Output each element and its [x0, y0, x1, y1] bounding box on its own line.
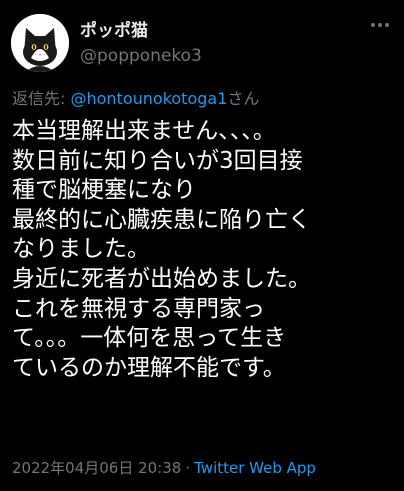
- timestamp-link[interactable]: 2022年04月06日 20:38: [12, 459, 181, 477]
- avatar[interactable]: [11, 14, 69, 72]
- reply-context: 返信先: @hontounokotoga1さん: [12, 85, 259, 109]
- cat-avatar-icon: [11, 14, 69, 72]
- tweet-meta: 2022年04月06日 20:38 · Twitter Web App: [12, 457, 316, 478]
- reply-mention-link[interactable]: @hontounokotoga1: [70, 89, 227, 108]
- tweet-text: 本当理解出来ません、、、。 数日前に知り合いが3回目接 種で脳梗塞になり 最終的…: [12, 117, 400, 383]
- tweet-text-line: 身近に死者が出始めました。: [12, 265, 311, 292]
- tweet-text-line: て。。。一体何を思って生き: [12, 325, 287, 352]
- tweet: ポッポ猫 @popponeko3 返信先: @hontounokotoga1さん…: [0, 0, 404, 491]
- tweet-text-line: 数日前に知り合いが3回目接: [12, 147, 303, 174]
- display-name[interactable]: ポッポ猫: [80, 16, 148, 41]
- tweet-text-line: これを無視する専門家っ: [12, 295, 265, 322]
- tweet-text-line: 種で脳梗塞になり: [12, 177, 196, 204]
- meta-separator: ·: [185, 459, 191, 477]
- source-app-link[interactable]: Twitter Web App: [194, 459, 316, 477]
- tweet-text-line: 最終的に心臓疾患に陥り亡く: [12, 206, 311, 233]
- reply-suffix: さん: [227, 89, 260, 108]
- tweet-text-line: 本当理解出来ません、、、。: [12, 118, 276, 144]
- tweet-text-line: なりました。: [12, 236, 150, 263]
- more-options-icon[interactable]: [370, 22, 390, 28]
- tweet-text-line: ているのか理解不能です。: [12, 354, 286, 381]
- user-handle[interactable]: @popponeko3: [80, 46, 202, 66]
- reply-prefix: 返信先:: [12, 89, 71, 108]
